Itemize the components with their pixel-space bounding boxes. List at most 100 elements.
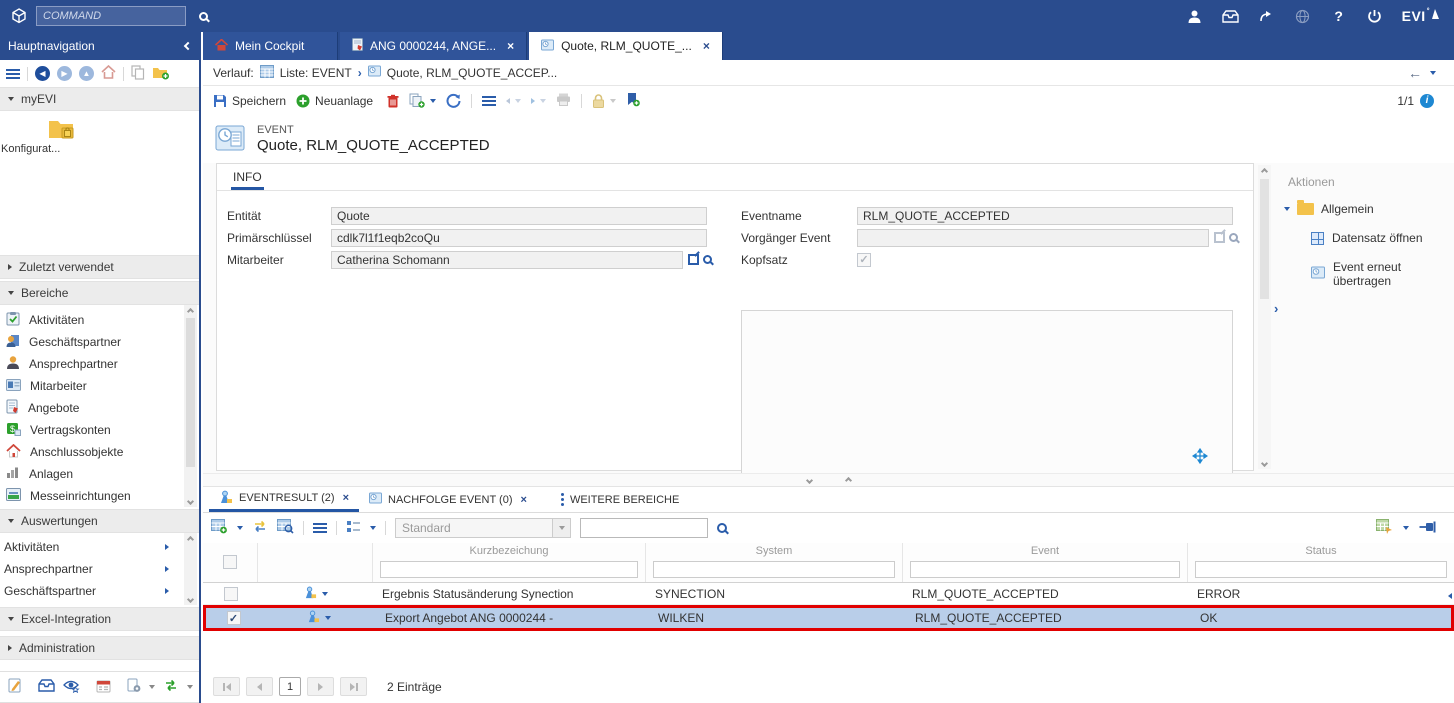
konfig-folder-icon[interactable] bbox=[48, 117, 76, 144]
sidebar-item-anschlussobjekte[interactable]: Anschlussobjekte bbox=[0, 441, 199, 463]
dropdown-icon[interactable] bbox=[149, 685, 155, 689]
form-scrollbar[interactable] bbox=[1258, 165, 1271, 469]
watchlist-eye-icon[interactable] bbox=[63, 679, 80, 696]
sidebar-item-mitarbeiter[interactable]: Mitarbeiter bbox=[0, 375, 199, 397]
mitarbeiter-field[interactable] bbox=[331, 251, 683, 269]
entitaet-field[interactable] bbox=[331, 207, 707, 225]
nav-forward-icon[interactable]: ▶ bbox=[57, 66, 72, 81]
history-back-icon[interactable]: ← bbox=[1408, 65, 1422, 81]
sidebar-item-angebote[interactable]: Angebote bbox=[0, 397, 199, 419]
move-icon[interactable] bbox=[1192, 448, 1208, 467]
dropdown-icon[interactable] bbox=[187, 685, 193, 689]
actions-group-allgemein[interactable]: Allgemein bbox=[1284, 202, 1374, 216]
auswertung-geschaeftspartner[interactable]: Geschäftspartner bbox=[0, 580, 199, 602]
close-tab-icon[interactable]: × bbox=[507, 39, 514, 53]
sidebar-item-anlagen[interactable]: Anlagen bbox=[0, 463, 199, 485]
collapse-down-icon[interactable] bbox=[805, 476, 812, 483]
new-folder-icon[interactable] bbox=[152, 65, 170, 83]
collapse-up-icon[interactable] bbox=[844, 476, 851, 483]
history-dropdown-icon[interactable] bbox=[1430, 71, 1436, 75]
copy-dropdown-icon[interactable] bbox=[430, 99, 436, 103]
action-event-erneut-uebertragen[interactable]: Event erneut übertragen bbox=[1311, 260, 1454, 288]
filter-preset-select[interactable]: Standard bbox=[395, 518, 553, 538]
tray-icon[interactable] bbox=[38, 679, 55, 695]
breadcrumb-list-link[interactable]: Liste: EVENT bbox=[280, 66, 352, 80]
info-icon[interactable]: i bbox=[1420, 94, 1434, 108]
nav-up-icon[interactable]: ▲ bbox=[79, 66, 94, 81]
view-options-icon[interactable] bbox=[346, 520, 361, 536]
add-row-icon[interactable] bbox=[211, 519, 228, 537]
tab-weitere-bereiche[interactable]: WEITERE BEREICHE bbox=[551, 487, 689, 512]
sidebar-item-messeinrichtungen[interactable]: Messeinrichtungen bbox=[0, 485, 199, 507]
report-settings-icon[interactable] bbox=[127, 678, 141, 696]
command-search-icon[interactable] bbox=[194, 7, 212, 25]
view-options-dropdown-icon[interactable] bbox=[370, 526, 376, 530]
row-actions-dropdown-icon[interactable] bbox=[325, 616, 331, 620]
delete-button[interactable] bbox=[387, 94, 399, 108]
user-icon[interactable] bbox=[1186, 7, 1204, 25]
eventname-field[interactable] bbox=[857, 207, 1233, 225]
row-checkbox[interactable] bbox=[224, 587, 238, 601]
auswertungen-scrollbar[interactable] bbox=[184, 533, 197, 605]
power-icon[interactable] bbox=[1366, 7, 1384, 25]
tab-ang-0000244[interactable]: ANG 0000244, ANGE... × bbox=[340, 32, 527, 60]
grid-menu-icon[interactable] bbox=[313, 523, 327, 525]
notes-icon[interactable] bbox=[8, 678, 22, 696]
filter-kurzbezeichung-input[interactable] bbox=[380, 561, 638, 578]
section-bereiche[interactable]: Bereiche bbox=[0, 281, 199, 305]
sidebar-item-aktivitaeten[interactable]: Aktivitäten bbox=[0, 309, 199, 331]
copy-record-button[interactable] bbox=[409, 93, 436, 108]
sidebar-item-vertragskonten[interactable]: $ Vertragskonten bbox=[0, 419, 199, 441]
close-tab-icon[interactable]: × bbox=[703, 39, 710, 53]
swap-icon[interactable] bbox=[252, 520, 268, 536]
table-row-selected[interactable]: ✓ Export Angebot ANG 0000244 - WILKEN RL… bbox=[203, 605, 1454, 631]
sidebar-item-ansprechpartner[interactable]: Ansprechpartner bbox=[0, 353, 199, 375]
tab-eventresult[interactable]: EVENTRESULT (2) × bbox=[209, 487, 359, 512]
primaerschluessel-field[interactable] bbox=[331, 229, 707, 247]
section-myevi[interactable]: myEVI bbox=[0, 87, 199, 111]
section-zuletzt-verwendet[interactable]: Zuletzt verwendet bbox=[0, 255, 199, 279]
section-administration[interactable]: Administration bbox=[0, 636, 199, 660]
grid-search-input[interactable] bbox=[580, 518, 708, 538]
grid-search-go-icon[interactable] bbox=[717, 523, 727, 533]
column-header-event[interactable]: Event bbox=[903, 545, 1187, 560]
tab-mein-cockpit[interactable]: Mein Cockpit bbox=[203, 32, 338, 60]
konfig-label[interactable]: Konfigurat... bbox=[1, 143, 60, 155]
panel-splitter[interactable] bbox=[203, 473, 1454, 487]
vorgaenger-event-field[interactable] bbox=[857, 229, 1209, 247]
select-columns-icon[interactable] bbox=[1376, 519, 1393, 537]
section-auswertungen[interactable]: Auswertungen bbox=[0, 509, 199, 533]
current-page[interactable]: 1 bbox=[279, 677, 301, 696]
detail-text-box[interactable] bbox=[741, 310, 1233, 474]
row-actions-dropdown-icon[interactable] bbox=[322, 592, 328, 596]
new-record-button[interactable]: Neuanlage bbox=[296, 94, 373, 108]
add-row-dropdown-icon[interactable] bbox=[237, 526, 243, 530]
row-checkbox[interactable]: ✓ bbox=[227, 611, 241, 625]
nav-back-icon[interactable]: ◀ bbox=[35, 66, 50, 81]
auswertung-ansprechpartner[interactable]: Ansprechpartner bbox=[0, 558, 199, 580]
breadcrumb-current[interactable]: Quote, RLM_QUOTE_ACCEP... bbox=[387, 66, 558, 80]
filter-preset-dropdown-icon[interactable] bbox=[553, 518, 571, 538]
menu-icon[interactable] bbox=[6, 69, 20, 71]
bookmark-add-icon[interactable] bbox=[626, 92, 640, 110]
select-all-checkbox[interactable] bbox=[223, 555, 237, 569]
close-tab-icon[interactable]: × bbox=[521, 494, 527, 506]
pin-icon[interactable] bbox=[1419, 521, 1436, 536]
filter-event-input[interactable] bbox=[910, 561, 1180, 578]
close-tab-icon[interactable]: × bbox=[343, 492, 349, 504]
column-header-kurzbezeichung[interactable]: Kurzbezeichung bbox=[373, 545, 645, 560]
sidebar-item-geschaeftspartner[interactable]: Geschäftspartner bbox=[0, 331, 199, 353]
section-excel-integration[interactable]: Excel-Integration bbox=[0, 607, 199, 631]
tab-nachfolge-event[interactable]: NACHFOLGE EVENT (0) × bbox=[359, 487, 537, 512]
grid-search-icon[interactable] bbox=[277, 519, 294, 537]
table-row[interactable]: Ergebnis Statusänderung Synection SYNECT… bbox=[203, 583, 1454, 605]
command-input[interactable] bbox=[36, 6, 186, 26]
refresh-button[interactable] bbox=[446, 93, 461, 108]
save-button[interactable]: Speichern bbox=[213, 94, 286, 108]
filter-system-input[interactable] bbox=[653, 561, 895, 578]
column-header-status[interactable]: Status bbox=[1188, 545, 1454, 560]
calendar-icon[interactable] bbox=[96, 679, 111, 696]
copy-pages-icon[interactable] bbox=[131, 65, 145, 83]
tab-info[interactable]: INFO bbox=[231, 166, 264, 190]
tab-quote-rlm-quote[interactable]: Quote, RLM_QUOTE_... × bbox=[529, 32, 723, 60]
